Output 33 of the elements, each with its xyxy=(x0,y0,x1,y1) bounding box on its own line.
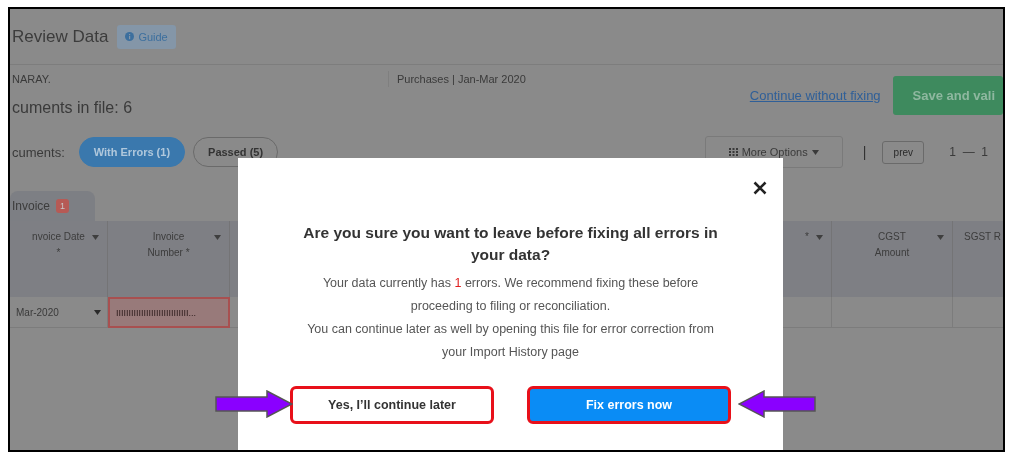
column-header: nvoice Date * xyxy=(10,221,108,297)
dialog-message: Your data currently has 1 errors. We recommend fixing these before proceeding to filing or reconciliation. xyxy=(321,275,700,315)
guide-button[interactable]: Guide xyxy=(117,24,176,49)
error-cell: IIIIIIIIIIIIIIIIIIIIIIIIIIIII... xyxy=(108,297,230,328)
fix-errors-button[interactable]: Fix errors now xyxy=(527,386,731,424)
company-name: NARAY. xyxy=(12,73,52,85)
pager-separator: | xyxy=(862,144,867,160)
error-count-badge: 1 xyxy=(56,199,70,213)
close-icon xyxy=(753,181,767,195)
column-header: CGST Amount xyxy=(832,221,953,297)
sheet-tab[interactable]: Invoice 1 xyxy=(10,191,95,221)
continue-link[interactable]: Continue without fixing xyxy=(749,87,881,103)
page-title: Review Data xyxy=(12,26,109,47)
dialog-note: You can continue later as well by opening this file for error correction from your Import History page xyxy=(306,321,715,361)
column-header: * xyxy=(783,221,832,297)
continue-later-button[interactable]: Yes, I’ll continue later xyxy=(290,386,494,424)
arrow-icon xyxy=(738,390,816,418)
column-header: Invoice Number * xyxy=(108,221,230,297)
page-range: 1 — 1 xyxy=(949,145,988,159)
documents-count: cuments in file: 6 xyxy=(12,99,134,117)
arrow-icon xyxy=(215,390,293,418)
return-period: Purchases | Jan-Mar 2020 xyxy=(397,73,526,85)
filter-pill[interactable]: With Errors (1) xyxy=(78,137,186,167)
caret-icon xyxy=(94,309,101,315)
caret-icon xyxy=(811,149,819,155)
save-button[interactable]: Save and vali xyxy=(892,75,1003,115)
close-button[interactable] xyxy=(753,181,767,195)
column-header: SGST R xyxy=(953,221,1003,297)
info-icon xyxy=(125,32,135,41)
filter-label: cuments: xyxy=(12,144,65,160)
dialog-title: Are you sure you want to leave before fixing all errors in your data? xyxy=(302,223,719,265)
prev-button[interactable]: prev xyxy=(882,140,925,164)
columns-icon xyxy=(728,148,738,156)
